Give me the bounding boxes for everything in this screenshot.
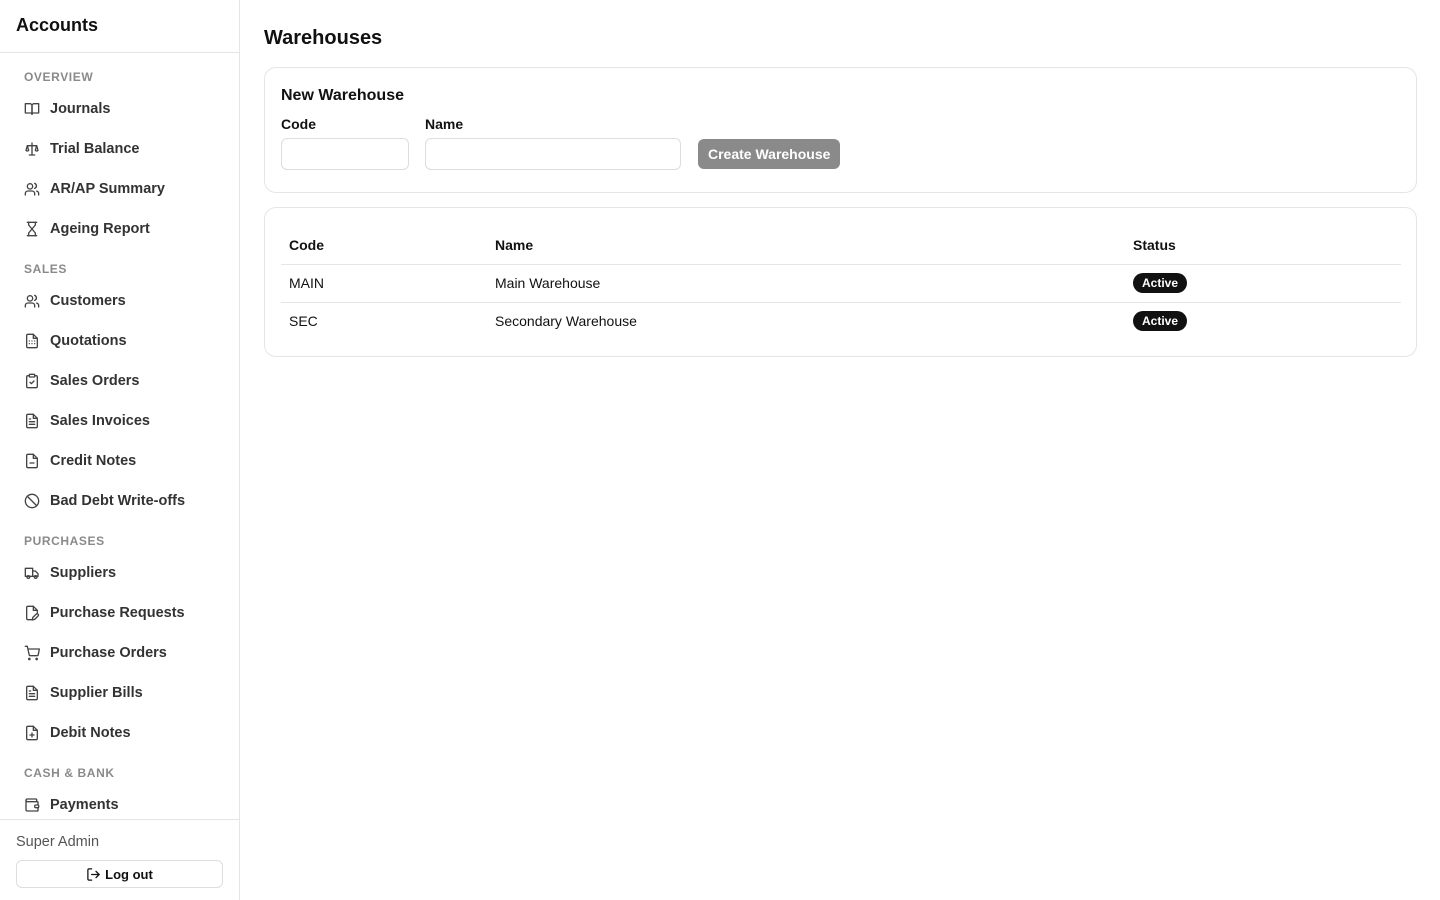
new-warehouse-card: New Warehouse Code Name Create Warehouse: [264, 67, 1417, 193]
cell-status: Active: [1125, 264, 1401, 303]
sidebar-item-purchase-orders[interactable]: Purchase Orders: [0, 633, 239, 673]
sidebar-item-quotations[interactable]: Quotations: [0, 321, 239, 361]
sidebar-item-label: Ageing Report: [50, 221, 150, 237]
status-badge: Active: [1133, 273, 1188, 293]
sidebar-item-label: Quotations: [50, 333, 127, 349]
scale-icon: [24, 141, 40, 157]
cell-name: Secondary Warehouse: [495, 313, 637, 330]
sidebar-item-label: Payments: [50, 797, 119, 813]
sidebar-item-customers[interactable]: Customers: [0, 281, 239, 321]
sidebar-item-label: Bad Debt Write-offs: [50, 493, 186, 509]
sidebar-nav: OVERVIEW Journals Trial Balance AR/AP Su…: [0, 53, 239, 819]
name-label: Name: [425, 116, 464, 132]
sidebar-item-debit-notes[interactable]: Debit Notes: [0, 713, 239, 753]
user-name: Super Admin: [16, 834, 100, 850]
cell-code: SEC: [289, 313, 318, 330]
sidebar-item-suppliers[interactable]: Suppliers: [0, 553, 239, 593]
sidebar-item-trial-balance[interactable]: Trial Balance: [0, 129, 239, 169]
warehouses-table-card: Code Name Status MAIN Main Warehouse Act…: [264, 207, 1417, 357]
file-text-icon: [24, 685, 40, 701]
wallet-icon: [24, 797, 40, 813]
create-warehouse-button[interactable]: Create Warehouse: [698, 139, 841, 169]
sidebar-item-label: Purchase Requests: [50, 605, 185, 621]
file-pen-icon: [24, 605, 40, 621]
status-badge: Active: [1133, 311, 1188, 332]
sidebar-item-label: Sales Orders: [50, 373, 140, 389]
warehouses-table: Code Name Status MAIN Main Warehouse Act…: [281, 226, 1401, 340]
logout-label: Log out: [105, 866, 153, 882]
form-row: Code Name Create Warehouse: [281, 115, 1400, 170]
nav-section-purchases: PURCHASES Suppliers Purchase Requests Pu…: [0, 533, 239, 753]
logout-icon: [87, 867, 100, 881]
code-label: Code: [281, 116, 316, 132]
book-icon: [24, 101, 40, 117]
sidebar-item-label: Purchase Orders: [50, 645, 167, 661]
users-icon: [24, 181, 40, 197]
users-icon: [24, 293, 40, 309]
code-input[interactable]: [281, 138, 409, 170]
table-row[interactable]: SEC Secondary Warehouse Active: [281, 302, 1401, 340]
page-title: Warehouses: [264, 27, 383, 49]
sidebar: Accounts OVERVIEW Journals Trial Balance…: [0, 0, 240, 900]
sidebar-item-sales-invoices[interactable]: Sales Invoices: [0, 401, 239, 441]
code-field: Code: [281, 115, 409, 170]
sidebar-item-label: Debit Notes: [50, 725, 131, 741]
logout-button[interactable]: Log out: [16, 860, 223, 888]
nav-section-title: PURCHASES: [24, 534, 105, 548]
name-field: Name: [425, 115, 681, 170]
sidebar-footer: Super Admin Log out: [0, 819, 239, 900]
sidebar-item-label: Sales Invoices: [50, 413, 150, 429]
file-minus-icon: [24, 453, 40, 469]
sidebar-item-label: Customers: [50, 293, 126, 309]
ban-icon: [24, 493, 40, 509]
nav-section-cash-bank: CASH & BANK Payments: [0, 765, 239, 819]
nav-section-title: OVERVIEW: [24, 70, 94, 84]
sidebar-item-label: Supplier Bills: [50, 685, 143, 701]
file-plus-icon: [24, 725, 40, 741]
sidebar-item-arap-summary[interactable]: AR/AP Summary: [0, 169, 239, 209]
cell-code: MAIN: [281, 264, 487, 303]
nav-section-title: CASH & BANK: [24, 766, 115, 780]
truck-icon: [24, 565, 40, 581]
cart-icon: [24, 645, 40, 661]
clipboard-check-icon: [24, 373, 40, 389]
nav-section-sales: SALES Customers Quotations Sales Orders …: [0, 261, 239, 521]
sidebar-item-journals[interactable]: Journals: [0, 89, 239, 129]
sidebar-item-purchase-requests[interactable]: Purchase Requests: [0, 593, 239, 633]
sidebar-item-payments[interactable]: Payments: [0, 785, 239, 819]
nav-section-overview: OVERVIEW Journals Trial Balance AR/AP Su…: [0, 69, 239, 249]
card-title: New Warehouse: [281, 87, 404, 104]
sidebar-item-label: AR/AP Summary: [50, 181, 165, 197]
sidebar-item-sales-orders[interactable]: Sales Orders: [0, 361, 239, 401]
name-input[interactable]: [425, 138, 681, 170]
main-content: Warehouses New Warehouse Code Name Creat…: [240, 0, 1440, 900]
column-header-status: Status: [1125, 226, 1401, 265]
hourglass-icon: [24, 221, 40, 237]
file-text-icon: [24, 413, 40, 429]
sidebar-item-label: Suppliers: [50, 565, 117, 581]
column-header-name: Name: [487, 226, 1125, 265]
sidebar-item-label: Credit Notes: [50, 453, 137, 469]
app-title: Accounts: [0, 0, 239, 53]
sidebar-item-bad-debt-write-offs[interactable]: Bad Debt Write-offs: [0, 481, 239, 521]
cell-status: Active: [1125, 302, 1401, 340]
table-row[interactable]: MAIN Main Warehouse Active: [281, 264, 1401, 303]
sidebar-item-label: Journals: [50, 101, 111, 117]
column-header-code: Code: [281, 226, 487, 265]
sidebar-item-credit-notes[interactable]: Credit Notes: [0, 441, 239, 481]
file-calculator-icon: [24, 333, 40, 349]
sidebar-item-ageing-report[interactable]: Ageing Report: [0, 209, 239, 249]
cell-name: Main Warehouse: [487, 264, 1125, 303]
nav-section-title: SALES: [24, 262, 68, 276]
table-header-row: Code Name Status: [281, 226, 1401, 265]
sidebar-item-label: Trial Balance: [50, 141, 140, 157]
sidebar-item-supplier-bills[interactable]: Supplier Bills: [0, 673, 239, 713]
